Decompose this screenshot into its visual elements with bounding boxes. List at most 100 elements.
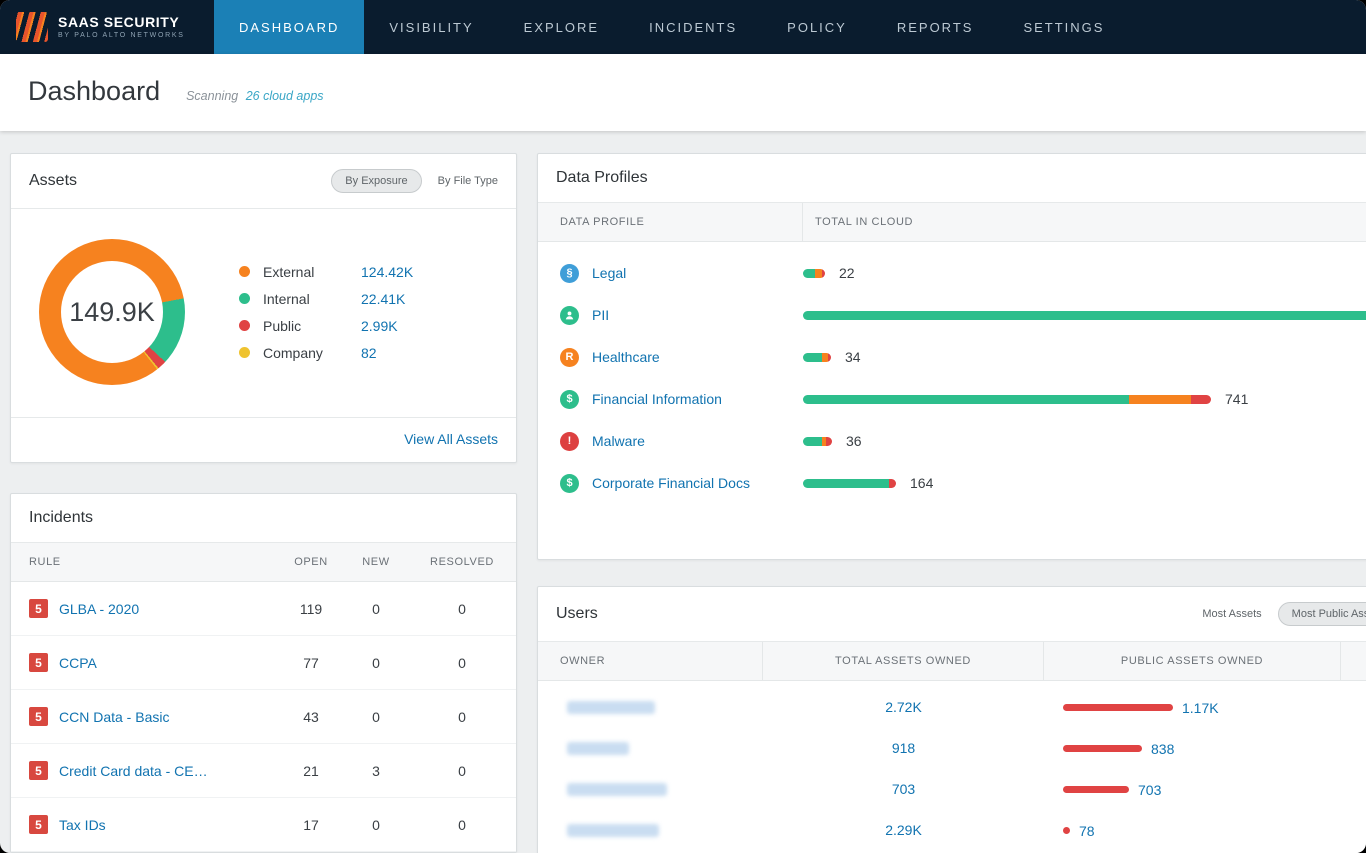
incident-rule-cell: 5 CCN Data - Basic: [11, 707, 278, 726]
public-assets-link[interactable]: 1.17K: [1182, 700, 1219, 716]
data-profile-link[interactable]: Malware: [592, 433, 645, 449]
app-window: SAAS SECURITY BY PALO ALTO NETWORKS DASH…: [0, 0, 1366, 853]
table-row: §Legal22: [538, 252, 1366, 294]
data-profiles-card: Data Profiles DATA PROFILE TOTAL IN CLOU…: [537, 153, 1366, 560]
total-in-cloud-cell: 164: [803, 475, 1366, 491]
pii-icon: [560, 306, 579, 325]
public-assets-link[interactable]: 838: [1151, 741, 1174, 757]
table-row: 5Credit Card data - CE…2130: [11, 744, 516, 798]
total-assets-link[interactable]: 2.72K: [885, 699, 922, 715]
most-public-assets-toggle[interactable]: Most Public Assets: [1278, 602, 1366, 626]
incident-open-count: 17: [278, 817, 344, 833]
data-profile-link[interactable]: Legal: [592, 265, 626, 281]
total-assets-link[interactable]: 703: [892, 781, 915, 797]
legend-row: Internal22.41K: [239, 291, 413, 307]
legend-value-link[interactable]: 82: [361, 345, 377, 361]
cloud-apps-link[interactable]: 26 cloud apps: [246, 89, 324, 103]
incident-open-count: 77: [278, 655, 344, 671]
table-row: 5GLBA - 202011900: [11, 582, 516, 636]
table-row: PII: [538, 294, 1366, 336]
public-assets-link[interactable]: 703: [1138, 782, 1161, 798]
malware-icon: !: [560, 432, 579, 451]
legend-value-link[interactable]: 124.42K: [361, 264, 413, 280]
users-card-header: Users Most Assets Most Public Assets: [538, 587, 1366, 642]
left-column: Assets By Exposure By File Type 149.9K E…: [10, 153, 517, 853]
incident-resolved-count: 0: [408, 817, 516, 833]
table-row: $Financial Information741: [538, 378, 1366, 420]
users-body: 2.72K 1.17K 918 838 703 703 2.29K 78: [538, 681, 1366, 853]
page-title: Dashboard: [28, 76, 160, 107]
nav-item-policy[interactable]: POLICY: [762, 0, 872, 54]
top-navbar: SAAS SECURITY BY PALO ALTO NETWORKS DASH…: [0, 0, 1366, 54]
table-row: $ Corporate Financial Docs 164: [538, 462, 1366, 504]
right-column: Data Profiles DATA PROFILE TOTAL IN CLOU…: [537, 153, 1366, 853]
public-assets-bar: [1063, 827, 1070, 834]
nav-item-dashboard[interactable]: DASHBOARD: [214, 0, 364, 54]
most-assets-toggle[interactable]: Most Assets: [1202, 608, 1261, 620]
nav-item-visibility[interactable]: VISIBILITY: [364, 0, 498, 54]
total-in-cloud-cell: 34: [803, 349, 1366, 365]
data-profile-link[interactable]: Healthcare: [592, 349, 660, 365]
incidents-card: Incidents RULE OPEN NEW RESOLVED 5GLBA -…: [10, 493, 517, 853]
table-row: RHealthcare34: [538, 336, 1366, 378]
bar-segment: [803, 269, 815, 278]
owner-name-redacted: [567, 783, 667, 796]
incident-resolved-count: 0: [408, 763, 516, 779]
page-header: Dashboard Scanning 26 cloud apps: [0, 54, 1366, 131]
total-assets-link[interactable]: 918: [892, 740, 915, 756]
profile-bar: [803, 395, 1211, 404]
assets-title: Assets: [29, 172, 77, 190]
nav-item-settings[interactable]: SETTINGS: [998, 0, 1129, 54]
incident-rule-link[interactable]: GLBA - 2020: [59, 601, 139, 617]
nav-item-incidents[interactable]: INCIDENTS: [624, 0, 762, 54]
table-row: 5Tax IDs1700: [11, 798, 516, 852]
profile-bar: [803, 269, 825, 278]
users-toggle: Most Assets Most Public Assets: [1202, 602, 1366, 626]
incident-rule-link[interactable]: CCPA: [59, 655, 97, 671]
legend-dot-company: [239, 347, 250, 358]
incident-open-count: 21: [278, 763, 344, 779]
owner-name-redacted: [567, 701, 655, 714]
corporate-financial-docs-icon: $: [560, 474, 579, 493]
column-open: OPEN: [278, 543, 344, 581]
incidents-title: Incidents: [29, 509, 93, 527]
users-card: Users Most Assets Most Public Assets OWN…: [537, 586, 1366, 853]
profile-bar: [803, 437, 832, 446]
legend-value-link[interactable]: 2.99K: [361, 318, 398, 334]
public-assets-bar: [1063, 745, 1142, 752]
incident-new-count: 0: [344, 817, 408, 833]
column-public-assets-owned: PUBLIC ASSETS OWNED: [1044, 642, 1341, 680]
public-assets-link[interactable]: 78: [1079, 823, 1095, 839]
table-row: 2.72K 1.17K: [538, 687, 1366, 728]
data-profiles-title: Data Profiles: [556, 169, 648, 187]
total-in-cloud-cell: [803, 311, 1366, 320]
total-assets-link[interactable]: 2.29K: [885, 822, 922, 838]
view-all-assets-link[interactable]: View All Assets: [404, 431, 498, 447]
legend-row: External 124.42K: [239, 264, 413, 280]
by-exposure-toggle[interactable]: By Exposure: [331, 169, 421, 193]
by-file-type-toggle[interactable]: By File Type: [438, 175, 498, 187]
incident-open-count: 119: [278, 601, 344, 617]
legend-row: Company82: [239, 345, 413, 361]
nav-item-explore[interactable]: EXPLORE: [499, 0, 624, 54]
data-profile-link[interactable]: Corporate Financial Docs: [592, 475, 750, 491]
severity-badge: 5: [29, 707, 48, 726]
incidents-card-header: Incidents: [11, 494, 516, 543]
total-in-cloud-cell: 22: [803, 265, 1366, 281]
owner-cell: [538, 701, 763, 714]
nav-items: DASHBOARDVISIBILITYEXPLOREINCIDENTSPOLIC…: [214, 0, 1129, 54]
public-assets-cell: 703: [1044, 782, 1341, 798]
profile-total-value: 36: [846, 433, 862, 449]
data-profile-link[interactable]: Financial Information: [592, 391, 722, 407]
incident-rule-link[interactable]: CCN Data - Basic: [59, 709, 169, 725]
bar-segment: [803, 437, 822, 446]
data-profile-link[interactable]: PII: [592, 307, 609, 323]
column-rule: RULE: [11, 543, 278, 581]
incident-rule-cell: 5CCPA: [11, 653, 278, 672]
legend-value-link[interactable]: 22.41K: [361, 291, 405, 307]
incident-resolved-count: 0: [408, 601, 516, 617]
incident-rule-link[interactable]: Credit Card data - CE…: [59, 763, 208, 779]
legend-label: External: [263, 264, 347, 280]
nav-item-reports[interactable]: REPORTS: [872, 0, 999, 54]
incident-rule-link[interactable]: Tax IDs: [59, 817, 106, 833]
